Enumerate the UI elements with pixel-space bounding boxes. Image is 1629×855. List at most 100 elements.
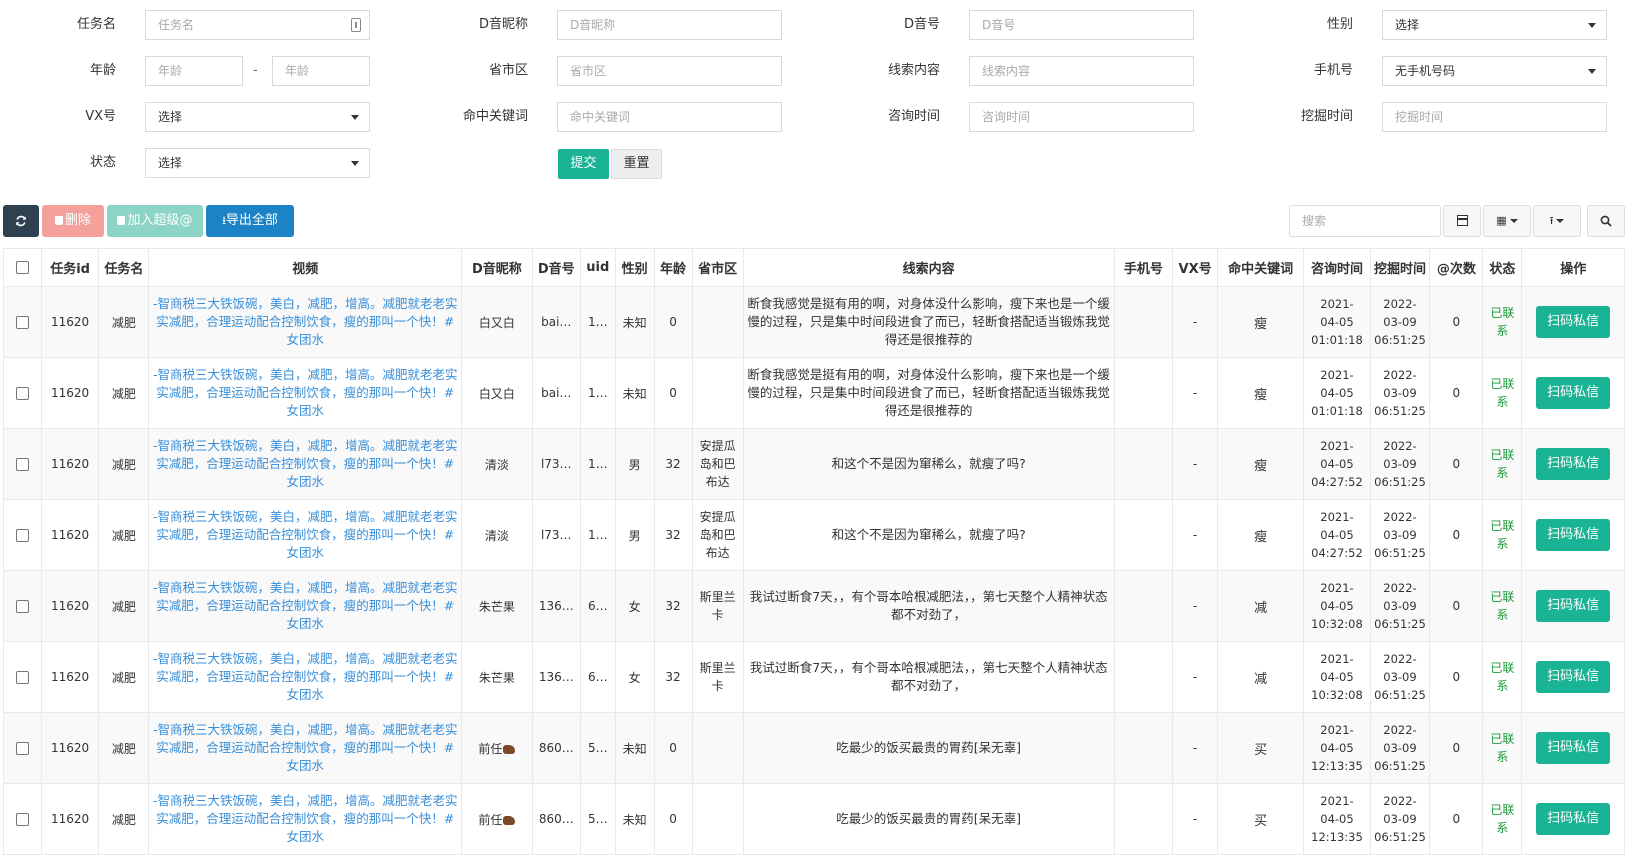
mine-time: 06:51:25 (1374, 617, 1426, 631)
clue-cell: 断食我感觉是挺有用的啊，对身体没什么影响，瘦下来也是一个缓慢的过程，只是集中时间… (742, 286, 1115, 358)
delete-button[interactable]: 删除 (42, 205, 104, 237)
col-header[interactable]: 线索内容 (742, 248, 1115, 287)
video-link[interactable]: -智商税三大铁饭碗，美白，减肥，增高。减肥就老老实实减肥，合理运动配合控制饮食，… (152, 437, 458, 491)
select-all-checkbox[interactable] (15, 261, 29, 274)
col-header[interactable]: @次数 (1429, 248, 1484, 287)
video-link[interactable]: -智商税三大铁饭碗，美白，减肥，增高。减肥就老老实实减肥，合理运动配合控制饮食，… (152, 721, 458, 775)
video-link[interactable]: -智商税三大铁饭碗，美白，减肥，增高。减肥就老老实实减肥，合理运动配合控制饮食，… (152, 650, 458, 704)
nickname: 清淡 (484, 528, 509, 543)
video-link[interactable]: -智商税三大铁饭碗，美白，减肥，增高。减肥就老老实实减肥，合理运动配合控制饮食，… (152, 366, 458, 420)
keyword: 减 (1217, 570, 1305, 642)
nickname-input[interactable]: D音昵称 (557, 10, 782, 40)
nickname: 白又白 (478, 386, 515, 401)
video-cell: -智商税三大铁饭碗，美白，减肥，增高。减肥就老老实实减肥，合理运动配合控制饮食，… (148, 570, 462, 642)
nickname-label: D音昵称 (478, 17, 528, 32)
export-all-button[interactable]: ⭳导出全部 (206, 205, 294, 237)
scan-message-button[interactable]: 扫码私信 (1536, 448, 1611, 480)
scan-message-button[interactable]: 扫码私信 (1536, 306, 1611, 338)
mine-time: 2022- (1383, 368, 1417, 382)
col-header[interactable]: 操作 (1521, 248, 1625, 287)
add-super-button[interactable]: 加入超级@ (107, 205, 203, 237)
account-cell: 860… (531, 783, 581, 855)
col-header[interactable]: 手机号 (1113, 248, 1174, 287)
video-link[interactable]: -智商税三大铁饭碗，美白，减肥，增高。减肥就老老实实减肥，合理运动配合控制饮食，… (152, 792, 458, 846)
mine-time-input[interactable]: 挖掘时间 (1382, 102, 1607, 132)
submit-button[interactable]: 提交 (558, 149, 609, 179)
table-search-input[interactable]: 搜索 (1289, 205, 1441, 237)
consult-time-input[interactable]: 咨询时间 (969, 102, 1194, 132)
account-input[interactable]: D音号 (969, 10, 1194, 40)
columns-button[interactable]: ▦ (1483, 205, 1531, 237)
at-count: 0 (1429, 641, 1484, 713)
row-checkbox[interactable] (15, 316, 29, 329)
age-to-input[interactable]: 年龄 (272, 56, 370, 86)
col-header[interactable]: VX号 (1172, 248, 1219, 287)
video-link[interactable]: -智商税三大铁饭碗，美白，减肥，增高。减肥就老老实实减肥，合理运动配合控制饮食，… (152, 295, 458, 349)
action-cell: 扫码私信 (1521, 499, 1625, 571)
table-row: 11620 减肥 -智商税三大铁饭碗，美白，减肥，增高。减肥就老老实实减肥，合理… (3, 286, 1625, 358)
task-id: 11620 (40, 499, 100, 571)
col-header[interactable]: D音昵称 (461, 248, 533, 287)
video-cell: -智商税三大铁饭碗，美白，减肥，增高。减肥就老老实实减肥，合理运动配合控制饮食，… (148, 428, 462, 500)
col-header[interactable]: 挖掘时间 (1369, 248, 1431, 287)
col-header[interactable]: 咨询时间 (1303, 248, 1371, 287)
row-checkbox[interactable] (15, 458, 29, 471)
row-checkbox[interactable] (15, 600, 29, 613)
row-checkbox[interactable] (15, 387, 29, 400)
clue-input[interactable]: 线索内容 (969, 56, 1194, 86)
col-header[interactable]: D音号 (531, 248, 581, 287)
row-checkbox[interactable] (15, 813, 29, 826)
row-checkbox[interactable] (15, 671, 29, 684)
gender: 女 (614, 641, 655, 713)
phone-select[interactable]: 无手机号码 (1382, 56, 1607, 86)
task-name-input[interactable]: 任务名 (145, 10, 370, 40)
col-header[interactable]: 性别 (614, 248, 655, 287)
account: bai… (541, 315, 572, 329)
video-link[interactable]: -智商税三大铁饭碗，美白，减肥，增高。减肥就老老实实减肥，合理运动配合控制饮食，… (152, 508, 458, 562)
uid-cell: 6… (579, 570, 616, 642)
mine-time: 2022- (1383, 297, 1417, 311)
scan-message-button[interactable]: 扫码私信 (1536, 519, 1611, 551)
toggle-view-button[interactable] (1443, 205, 1481, 237)
col-header[interactable]: 命中关键词 (1217, 248, 1305, 287)
search-button[interactable] (1587, 205, 1625, 237)
refresh-button[interactable] (3, 205, 39, 237)
col-header[interactable]: 任务id (40, 248, 100, 287)
clue-cell: 和这个不是因为窜稀么，就瘦了吗? (742, 499, 1115, 571)
col-header[interactable]: 任务名 (98, 248, 150, 287)
gender-select[interactable]: 选择 (1382, 10, 1607, 40)
uid-cell: 5… (579, 783, 616, 855)
scan-message-button[interactable]: 扫码私信 (1536, 590, 1611, 622)
consult-time-cell: 2021- 04-05 04:27:52 (1303, 428, 1371, 500)
reset-button[interactable]: 重置 (611, 149, 662, 179)
vx-select[interactable]: 选择 (145, 102, 370, 132)
clue-text: 和这个不是因为窜稀么，就瘦了吗? (831, 456, 1026, 471)
keyword-input[interactable]: 命中关键词 (557, 102, 782, 132)
uid-cell: 1… (579, 357, 616, 429)
row-checkbox[interactable] (15, 742, 29, 755)
consult-time: 01:01:18 (1311, 333, 1363, 347)
scan-message-button[interactable]: 扫码私信 (1536, 661, 1611, 693)
export-menu-button[interactable]: ⭱ (1533, 205, 1581, 237)
col-header[interactable]: uid (579, 248, 616, 287)
nickname: 白又白 (478, 315, 515, 330)
chevron-down-icon (1588, 69, 1596, 74)
region-input[interactable]: 省市区 (557, 56, 782, 86)
status-cell: 已联系 (1482, 712, 1523, 784)
scan-message-button[interactable]: 扫码私信 (1536, 803, 1611, 835)
age-from-input[interactable]: 年龄 (145, 56, 243, 86)
phone (1113, 570, 1174, 642)
status-badge: 已联系 (1490, 732, 1515, 764)
col-header[interactable]: 状态 (1482, 248, 1523, 287)
col-header[interactable]: 年龄 (653, 248, 693, 287)
col-header[interactable]: 省市区 (691, 248, 744, 287)
scan-message-button[interactable]: 扫码私信 (1536, 732, 1611, 764)
account-cell: bai… (531, 286, 581, 358)
video-link[interactable]: -智商税三大铁饭碗，美白，减肥，增高。减肥就老老实实减肥，合理运动配合控制饮食，… (152, 579, 458, 633)
scan-message-button[interactable]: 扫码私信 (1536, 377, 1611, 409)
account: l73… (540, 457, 572, 471)
status-select[interactable]: 选择 (145, 148, 370, 178)
col-header[interactable]: 视频 (148, 248, 462, 287)
row-checkbox[interactable] (15, 529, 29, 542)
keyboard-icon[interactable] (351, 18, 361, 32)
